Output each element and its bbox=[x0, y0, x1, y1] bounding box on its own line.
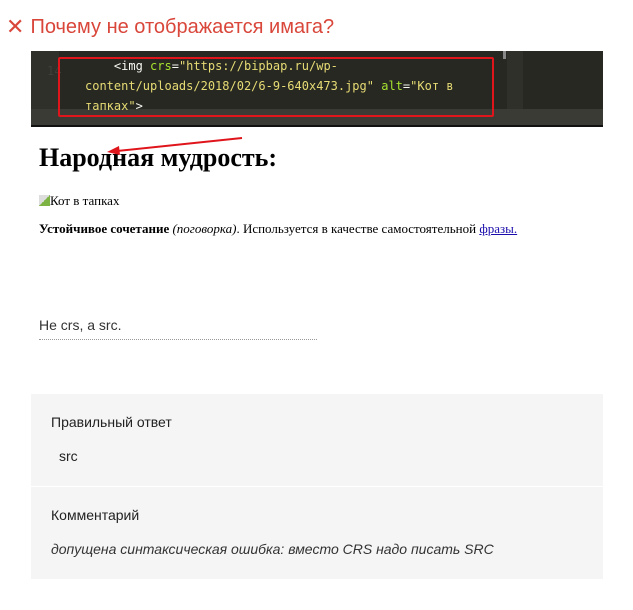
red-arrow-icon bbox=[107, 137, 243, 155]
question-text: Почему не отображается имага? bbox=[30, 15, 335, 38]
correct-answer-label: Правильный ответ bbox=[51, 414, 172, 430]
highlight-box bbox=[58, 57, 494, 117]
alt-text: Кот в тапках bbox=[50, 193, 120, 208]
correct-answer-value: src bbox=[59, 448, 78, 464]
comment-section: Комментарий допущена синтаксическая ошиб… bbox=[31, 487, 603, 580]
code-editor: 14 <img crs="https://bipbap.ru/wp- conte… bbox=[31, 51, 603, 127]
comment-label: Комментарий bbox=[51, 507, 140, 523]
user-answer: Не crs, а src. bbox=[39, 317, 317, 340]
correct-answer-section: Правильный ответ src bbox=[31, 394, 603, 487]
scrollbar bbox=[507, 51, 523, 109]
scrollbar-thumb bbox=[503, 51, 506, 59]
feedback-panel: Правильный ответ src Комментарий допущен… bbox=[31, 394, 603, 580]
close-icon: ✕ bbox=[6, 14, 25, 39]
broken-image-icon bbox=[39, 195, 50, 206]
broken-image: Кот в тапках bbox=[39, 193, 119, 209]
question-title: ✕ Почему не отображается имага? bbox=[6, 14, 334, 40]
gutter bbox=[31, 51, 59, 109]
description: Устойчивое сочетание (поговорка). Исполь… bbox=[39, 221, 518, 236]
phrase-link[interactable]: фразы. bbox=[479, 221, 517, 236]
comment-text: допущена синтаксическая ошибка: вместо C… bbox=[51, 541, 494, 557]
